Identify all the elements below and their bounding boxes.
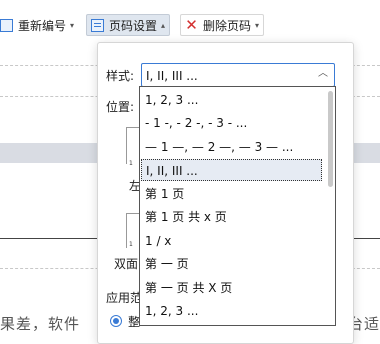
style-option-selected[interactable]: I, II, III ... [141,159,322,181]
renumber-icon [0,18,13,32]
position-preview-number: 1 [129,160,133,167]
apply-range-label: 应用范 [106,291,143,305]
style-select-value: I, II, III ... [146,69,198,83]
chevron-down-icon: ▾ [70,20,75,30]
apply-whole-radio[interactable] [110,315,122,327]
close-icon: ✕ [185,15,198,34]
page-settings-button[interactable]: 页码设置 ▴ [86,14,171,36]
renumber-label: 重新编号 [18,18,67,33]
toolbar: 重新编号 ▾ 页码设置 ▴ ✕ 删除页码 ▾ [0,0,380,36]
style-label: 样式: [106,69,135,83]
page-settings-label: 页码设置 [109,18,158,33]
renumber-button[interactable]: 重新编号 ▾ [0,14,78,36]
style-option[interactable]: 1 / x [141,230,322,252]
style-option[interactable]: - 1 -, - 2 -, - 3 - ... [141,112,322,134]
delete-page-number-button[interactable]: ✕ 删除页码 ▾ [180,14,265,36]
position-label: 位置: [106,100,135,114]
double-sided-label: 双面 [114,257,139,271]
position-preview-number: 1 [129,241,133,248]
style-option[interactable]: 第 1 页 共 x 页 [141,206,322,228]
chevron-down-icon: ▾ [255,20,260,30]
style-option[interactable]: 第 一 页 共 X 页 [141,277,322,299]
chevron-up-icon[interactable]: ︿ [316,67,330,81]
style-select[interactable]: I, II, III ... ︿ [141,63,335,87]
dropdown-scrollbar[interactable] [328,91,333,187]
chevron-up-icon: ▴ [161,20,166,30]
delete-page-number-label: 删除页码 [203,18,252,33]
page-settings-icon [91,18,104,32]
style-option[interactable]: 1, 2, 3 ... [141,89,322,111]
style-option[interactable]: 1, 2, 3 ... [141,300,322,322]
style-option[interactable]: 第 一 页 [141,253,322,275]
style-option[interactable]: — 1 —, — 2 —, — 3 — ... [141,136,322,158]
style-dropdown-list: 1, 2, 3 ... - 1 -, - 2 -, - 3 - ... — 1 … [139,86,336,326]
style-option[interactable]: 第 1 页 [141,183,322,205]
document-body-text: 果差，软件 [0,315,81,333]
